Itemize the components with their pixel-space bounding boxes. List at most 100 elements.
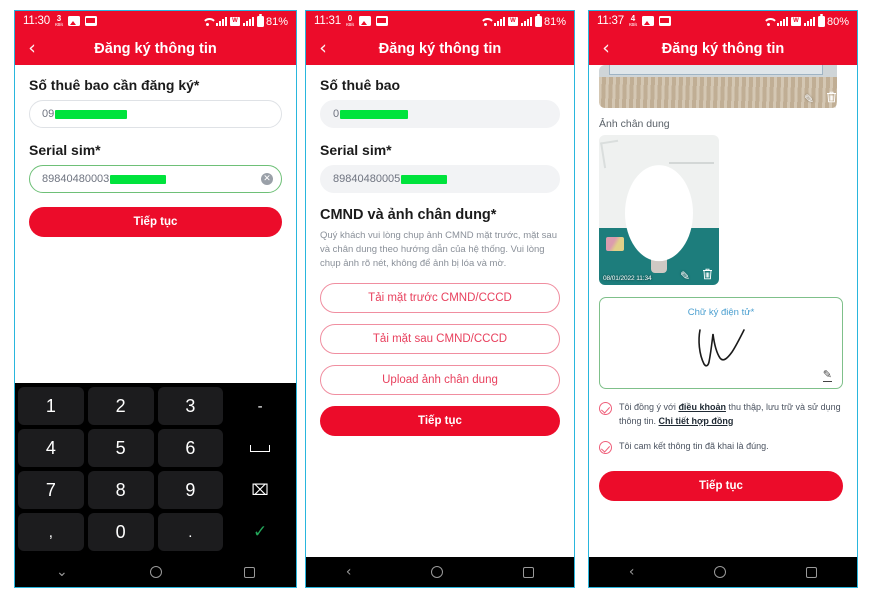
checkbox-terms[interactable] — [599, 402, 612, 415]
key-4[interactable]: 4 — [18, 429, 84, 467]
back-button[interactable]: ‹ — [306, 39, 340, 58]
key-9[interactable]: 9 — [157, 471, 224, 509]
upload-portrait-button[interactable]: Upload ảnh chân dung — [320, 365, 560, 396]
portrait-timestamp: 08/01/2022 11:34 — [603, 275, 652, 282]
background-logo-detail — [606, 237, 624, 251]
dual-sim-icon — [790, 17, 801, 26]
nav-back-icon[interactable]: ‹ — [629, 564, 635, 580]
serial-field-label: Serial sim* — [320, 142, 392, 158]
wifi-icon — [763, 17, 774, 26]
phone-panel-3: 11:37 4 KB/s 80% ‹ — [588, 10, 858, 588]
trash-icon[interactable] — [826, 91, 837, 106]
key-3[interactable]: 3 — [157, 387, 224, 425]
key-1[interactable]: 1 — [18, 387, 84, 425]
keyboard-row: 4 5 6 — [18, 429, 293, 467]
key-comma[interactable]: , — [18, 513, 84, 551]
consent-row-terms[interactable]: Tôi đồng ý với điều khoản thu thập, lưu … — [599, 401, 843, 428]
app-notification-icon — [375, 16, 388, 27]
id-card-photo[interactable]: ✎ — [599, 65, 843, 108]
submit-button[interactable]: Tiếp tục — [599, 471, 843, 501]
battery-percent: 80% — [826, 15, 849, 28]
data-rate-indicator: 3 KB/s — [55, 15, 63, 27]
key-dash[interactable]: - — [227, 387, 293, 425]
signature-drawing — [698, 329, 745, 367]
portrait-photo-label: Ảnh chân dung — [599, 118, 670, 130]
battery-indicator: 81% — [534, 14, 566, 28]
status-time: 11:37 — [597, 15, 624, 28]
battery-icon — [534, 14, 542, 27]
phone-input[interactable]: 09 — [29, 100, 282, 128]
phone-panel-2: 11:31 0 KB/s 81% ‹ — [305, 10, 575, 588]
gallery-icon — [358, 16, 371, 27]
key-space[interactable] — [227, 429, 293, 467]
review-content: ✎ Ảnh chân dung 08/01/2022 11:34 ✎ Chữ k… — [589, 65, 857, 501]
key-period[interactable]: . — [157, 513, 224, 551]
app-header-1: ‹ Đăng ký thông tin — [15, 32, 296, 65]
review-body-3: ✎ Ảnh chân dung 08/01/2022 11:34 ✎ Chữ k… — [589, 65, 857, 557]
upload-id-back-button[interactable]: Tải mặt sau CMND/CCCD — [320, 324, 560, 355]
back-button[interactable]: ‹ — [15, 39, 49, 58]
terms-link[interactable]: điều khoản — [678, 402, 726, 412]
status-right-2: 81% — [480, 14, 566, 28]
phone-panel-1: 11:30 3 KB/s 81% ‹ — [14, 10, 297, 588]
nav-back-icon[interactable]: ‹ — [346, 564, 352, 580]
form-body-2: Số thuê bao 0 Serial sim* 89840480005 CM… — [306, 65, 574, 557]
dual-sim-icon — [507, 17, 518, 26]
phone-field-label: Số thuê bao — [320, 77, 401, 93]
checkbox-accuracy[interactable] — [599, 441, 612, 454]
key-5[interactable]: 5 — [87, 429, 154, 467]
wall-line-detail — [668, 162, 715, 164]
backspace-icon[interactable]: ⌧ — [227, 471, 293, 509]
edit-icon[interactable]: ✎ — [680, 269, 690, 283]
key-7[interactable]: 7 — [18, 471, 84, 509]
upload-id-front-button[interactable]: Tải mặt trước CMND/CCCD — [320, 283, 560, 314]
status-time: 11:30 — [23, 15, 50, 28]
nav-home-icon[interactable] — [714, 566, 727, 578]
form-body-1: Số thuê bao cần đăng ký* 09 Serial sim* … — [15, 65, 296, 383]
serial-input[interactable]: 89840480005 — [320, 165, 560, 193]
key-2[interactable]: 2 — [87, 387, 154, 425]
key-6[interactable]: 6 — [157, 429, 224, 467]
key-8[interactable]: 8 — [87, 471, 154, 509]
portrait-photo[interactable]: 08/01/2022 11:34 ✎ — [599, 135, 719, 285]
id-card-image — [599, 65, 837, 108]
wifi-icon — [480, 17, 491, 26]
back-button[interactable]: ‹ — [589, 39, 623, 58]
submit-button[interactable]: Tiếp tục — [29, 207, 282, 237]
data-rate-unit: KB/s — [628, 22, 637, 28]
contract-detail-link[interactable]: Chi tiết hợp đồng — [659, 416, 734, 426]
trash-icon[interactable] — [702, 268, 713, 283]
phone-value-redaction — [340, 109, 409, 119]
serial-input-value: 89840480003 — [42, 173, 110, 185]
submit-button[interactable]: Tiếp tục — [320, 406, 560, 437]
status-bar-3: 11:37 4 KB/s 80% — [589, 11, 857, 32]
signal-icon-2 — [803, 17, 815, 26]
edit-icon[interactable]: ✎ — [804, 92, 814, 106]
battery-indicator: 80% — [817, 14, 849, 28]
app-header-3: ‹ Đăng ký thông tin — [589, 32, 857, 65]
signal-icon-1 — [215, 17, 227, 26]
nav-home-icon[interactable] — [431, 566, 444, 578]
screenshot-stage: 11:30 3 KB/s 81% ‹ — [0, 0, 877, 596]
nav-recents-icon[interactable] — [523, 566, 535, 578]
serial-input[interactable]: 89840480003 ✕ — [29, 165, 282, 193]
data-rate-unit: KB/s — [54, 22, 63, 28]
numeric-keyboard[interactable]: 1 2 3 - 4 5 6 7 8 9 ⌧ , 0 . ✓ — [15, 383, 296, 557]
consent-row-accuracy[interactable]: Tôi cam kết thông tin đã khai là đúng. — [599, 440, 843, 454]
status-left-3: 11:37 4 KB/s — [597, 15, 671, 27]
trash-icon-svg — [827, 91, 836, 103]
nav-home-icon[interactable] — [149, 566, 162, 578]
signature-edit-icon[interactable]: ✎ — [822, 368, 832, 382]
signature-box[interactable]: Chữ ký điện tử* ✎ — [599, 297, 843, 389]
status-time: 11:31 — [314, 15, 341, 28]
enter-key[interactable]: ✓ — [227, 513, 293, 551]
clear-icon[interactable]: ✕ — [261, 173, 273, 185]
battery-percent: 81% — [265, 15, 288, 28]
key-0[interactable]: 0 — [87, 513, 154, 551]
nav-recents-icon[interactable] — [806, 566, 818, 578]
status-bar-1: 11:30 3 KB/s 81% — [15, 11, 296, 32]
phone-input[interactable]: 0 — [320, 100, 560, 128]
nav-recents-icon[interactable] — [243, 566, 255, 578]
battery-percent: 81% — [543, 15, 566, 28]
nav-dismiss-keyboard-icon[interactable]: ⌄ — [56, 564, 68, 580]
